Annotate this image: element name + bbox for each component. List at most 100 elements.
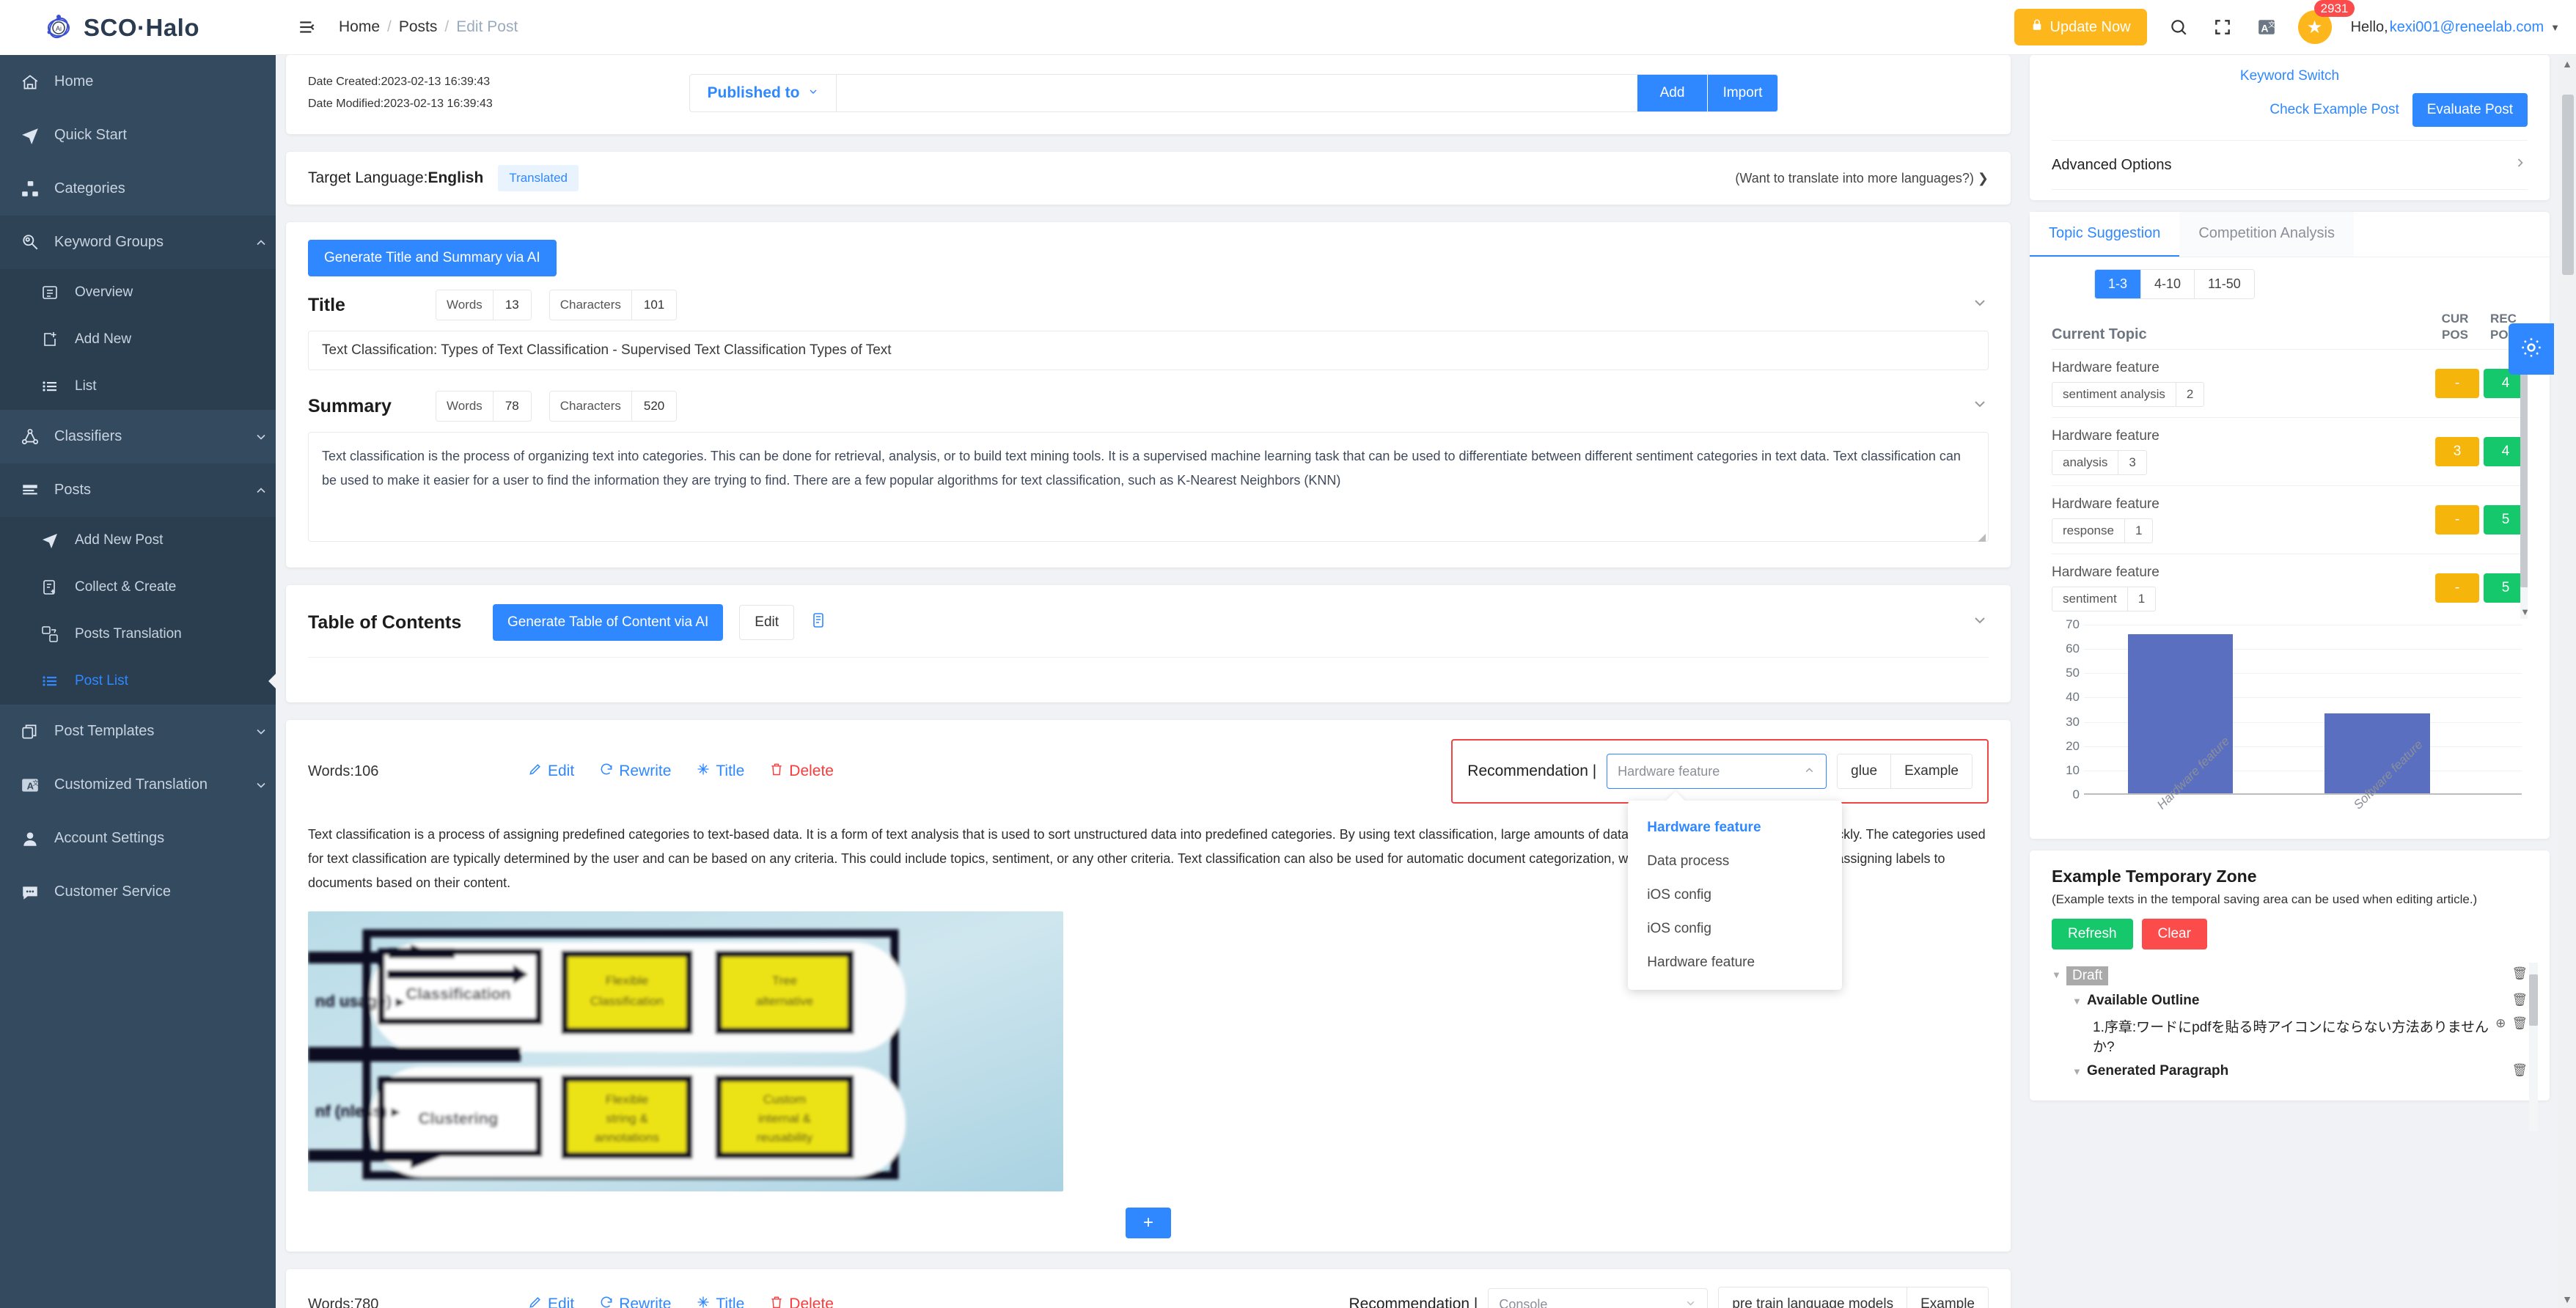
dropdown-option[interactable]: Data process [1628, 845, 1842, 878]
topic-list-scroll-thumb[interactable] [2520, 367, 2528, 587]
chevron-down-icon[interactable] [1971, 294, 1989, 316]
example-button[interactable]: Example [1907, 1287, 1988, 1308]
tree-scroll-thumb[interactable] [2529, 974, 2538, 1026]
sidebar-item-add-new-post[interactable]: Add New Post [0, 517, 276, 564]
block-rewrite-button[interactable]: Rewrite [599, 1295, 671, 1308]
trash-icon[interactable]: 🗑 [2511, 1016, 2528, 1031]
tree-node-draft[interactable]: ▼ Draft 🗑 [2052, 963, 2528, 989]
summary-textarea[interactable]: Text classification is the process of or… [308, 432, 1989, 542]
topic-row[interactable]: Hardware feature sentiment analysis 2 - … [2052, 350, 2528, 418]
recommendation-select[interactable]: Console [1488, 1288, 1709, 1308]
sidebar-item-list[interactable]: List [0, 363, 276, 410]
published-to-input[interactable] [837, 75, 1637, 111]
topic-row[interactable]: Hardware feature response 1 - 5 [2052, 486, 2528, 554]
scroll-down-icon[interactable]: ▼ [2520, 606, 2528, 617]
range-1-3-button[interactable]: 1-3 [2095, 270, 2141, 298]
dropdown-option[interactable]: Hardware feature [1628, 811, 1842, 845]
sidebar-item-add-new[interactable]: Add New [0, 316, 276, 363]
copy-icon[interactable] [810, 611, 828, 633]
block-delete-button[interactable]: Delete [769, 762, 834, 781]
sidebar-item-home[interactable]: Home [0, 55, 276, 109]
topic-row[interactable]: Hardware feature analysis 3 3 4 [2052, 418, 2528, 486]
add-block-button[interactable]: + [1126, 1208, 1171, 1238]
toc-edit-button[interactable]: Edit [739, 605, 795, 640]
translate-icon[interactable]: A文 [2254, 15, 2279, 40]
range-4-10-button[interactable]: 4-10 [2140, 270, 2195, 298]
zoom-in-icon[interactable]: ⊕ [2495, 1016, 2506, 1031]
chevron-down-icon[interactable]: ▼ [2072, 1063, 2087, 1077]
sidebar-item-collect-create[interactable]: Collect & Create [0, 564, 276, 611]
chevron-down-icon[interactable]: ▼ [2072, 993, 2087, 1007]
add-button[interactable]: Add [1637, 75, 1707, 111]
sidebar-item-account-settings[interactable]: Account Settings [0, 812, 276, 865]
breadcrumb-posts[interactable]: Posts [399, 18, 438, 36]
sidebar-item-post-templates[interactable]: Post Templates [0, 705, 276, 758]
dropdown-option[interactable]: iOS config [1628, 912, 1842, 946]
pre-train-models-button[interactable]: pre train language models [1719, 1287, 1907, 1308]
keyword-switch-link[interactable]: Keyword Switch [2052, 68, 2528, 93]
sidebar-item-customer-service[interactable]: Customer Service [0, 865, 276, 919]
tab-topic-suggestion[interactable]: Topic Suggestion [2030, 212, 2180, 257]
search-icon[interactable] [2166, 15, 2191, 40]
bar-hardware-feature[interactable] [2127, 633, 2233, 793]
sidebar-item-quick-start[interactable]: Quick Start [0, 109, 276, 162]
generate-title-summary-button[interactable]: Generate Title and Summary via AI [308, 240, 557, 276]
refresh-button[interactable]: Refresh [2052, 919, 2133, 949]
toc-heading: Table of Contents [308, 611, 462, 633]
tree-node-outline-item[interactable]: 1.序章:ワードにpdfを貼る時アイコンにならない方法ありませんか? ⊕ 🗑 [2052, 1013, 2528, 1059]
update-now-button[interactable]: Update Now [2014, 9, 2147, 45]
check-example-post-link[interactable]: Check Example Post [2269, 102, 2399, 118]
sidebar-item-overview[interactable]: Overview [0, 269, 276, 316]
sidebar-item-keyword-groups[interactable]: Keyword Groups [0, 216, 276, 269]
page-scroll-thumb[interactable] [2562, 95, 2574, 275]
sidebar-item-classifiers[interactable]: Classifiers [0, 410, 276, 463]
hamburger-icon[interactable] [295, 15, 320, 40]
translated-badge[interactable]: Translated [498, 165, 579, 191]
tree-node-available-outline[interactable]: ▼ Available Outline 🗑 [2052, 989, 2528, 1013]
breadcrumb-home[interactable]: Home [339, 18, 380, 36]
title-input[interactable] [308, 331, 1989, 370]
example-button[interactable]: Example [1890, 754, 1972, 788]
sidebar-item-post-list[interactable]: Post List [0, 658, 276, 705]
advanced-options-row[interactable]: Advanced Options [2052, 140, 2528, 190]
chevron-down-icon[interactable] [1971, 611, 1989, 633]
sidebar-item-posts-translation[interactable]: Posts Translation [0, 611, 276, 658]
fullscreen-icon[interactable] [2210, 15, 2235, 40]
range-11-50-button[interactable]: 11-50 [2194, 270, 2254, 298]
evaluate-post-button[interactable]: Evaluate Post [2412, 93, 2528, 127]
topic-list[interactable]: Hardware feature sentiment analysis 2 - … [2052, 349, 2528, 619]
settings-gear-button[interactable] [2509, 323, 2554, 375]
dropdown-option[interactable]: Hardware feature [1628, 946, 1842, 980]
chevron-down-icon[interactable]: ▼ [2052, 966, 2066, 980]
page-scrollbar[interactable]: ▲ ▼ [2558, 55, 2576, 1308]
user-menu[interactable]: Hello, kexi001@reneelab.com ▼ [2351, 19, 2560, 36]
import-button[interactable]: Import [1707, 75, 1777, 111]
tree-node-generated-paragraph[interactable]: ▼ Generated Paragraph 🗑 [2052, 1059, 2528, 1083]
block-rewrite-button[interactable]: Rewrite [599, 762, 671, 781]
block-title-button[interactable]: Title [696, 1295, 744, 1308]
published-to-select[interactable]: Published to [690, 75, 837, 111]
clear-button[interactable]: Clear [2141, 919, 2207, 949]
block-delete-button[interactable]: Delete [769, 1295, 834, 1308]
tab-competition-analysis[interactable]: Competition Analysis [2179, 212, 2354, 257]
sidebar-item-posts[interactable]: Posts [0, 463, 276, 517]
topic-row[interactable]: Hardware feature sentiment 1 - 5 [2052, 554, 2528, 619]
sidebar-item-customized-translation[interactable]: A文 Customized Translation [0, 758, 276, 812]
trash-icon[interactable]: 🗑 [2511, 993, 2528, 1007]
trash-icon[interactable]: 🗑 [2511, 1063, 2528, 1078]
recommendation-select[interactable]: Hardware feature [1607, 754, 1827, 789]
generate-toc-button[interactable]: Generate Table of Content via AI [493, 604, 724, 641]
resize-handle[interactable]: ◢ [1978, 531, 1986, 543]
block-title-button[interactable]: Title [696, 762, 744, 781]
dropdown-option[interactable]: iOS config [1628, 878, 1842, 912]
block-edit-button[interactable]: Edit [528, 762, 574, 781]
trash-icon[interactable]: 🗑 [2511, 966, 2528, 981]
glue-button[interactable]: glue [1838, 754, 1891, 788]
star-notification[interactable]: ★ 2931 [2297, 0, 2355, 44]
scroll-down-icon[interactable]: ▼ [2562, 1293, 2572, 1305]
sidebar-item-categories[interactable]: Categories [0, 162, 276, 216]
more-languages-link[interactable]: (Want to translate into more languages?)… [1735, 171, 1989, 186]
block-edit-button[interactable]: Edit [528, 1295, 574, 1308]
chevron-down-icon[interactable] [1971, 395, 1989, 417]
scroll-up-icon[interactable]: ▲ [2562, 58, 2572, 70]
